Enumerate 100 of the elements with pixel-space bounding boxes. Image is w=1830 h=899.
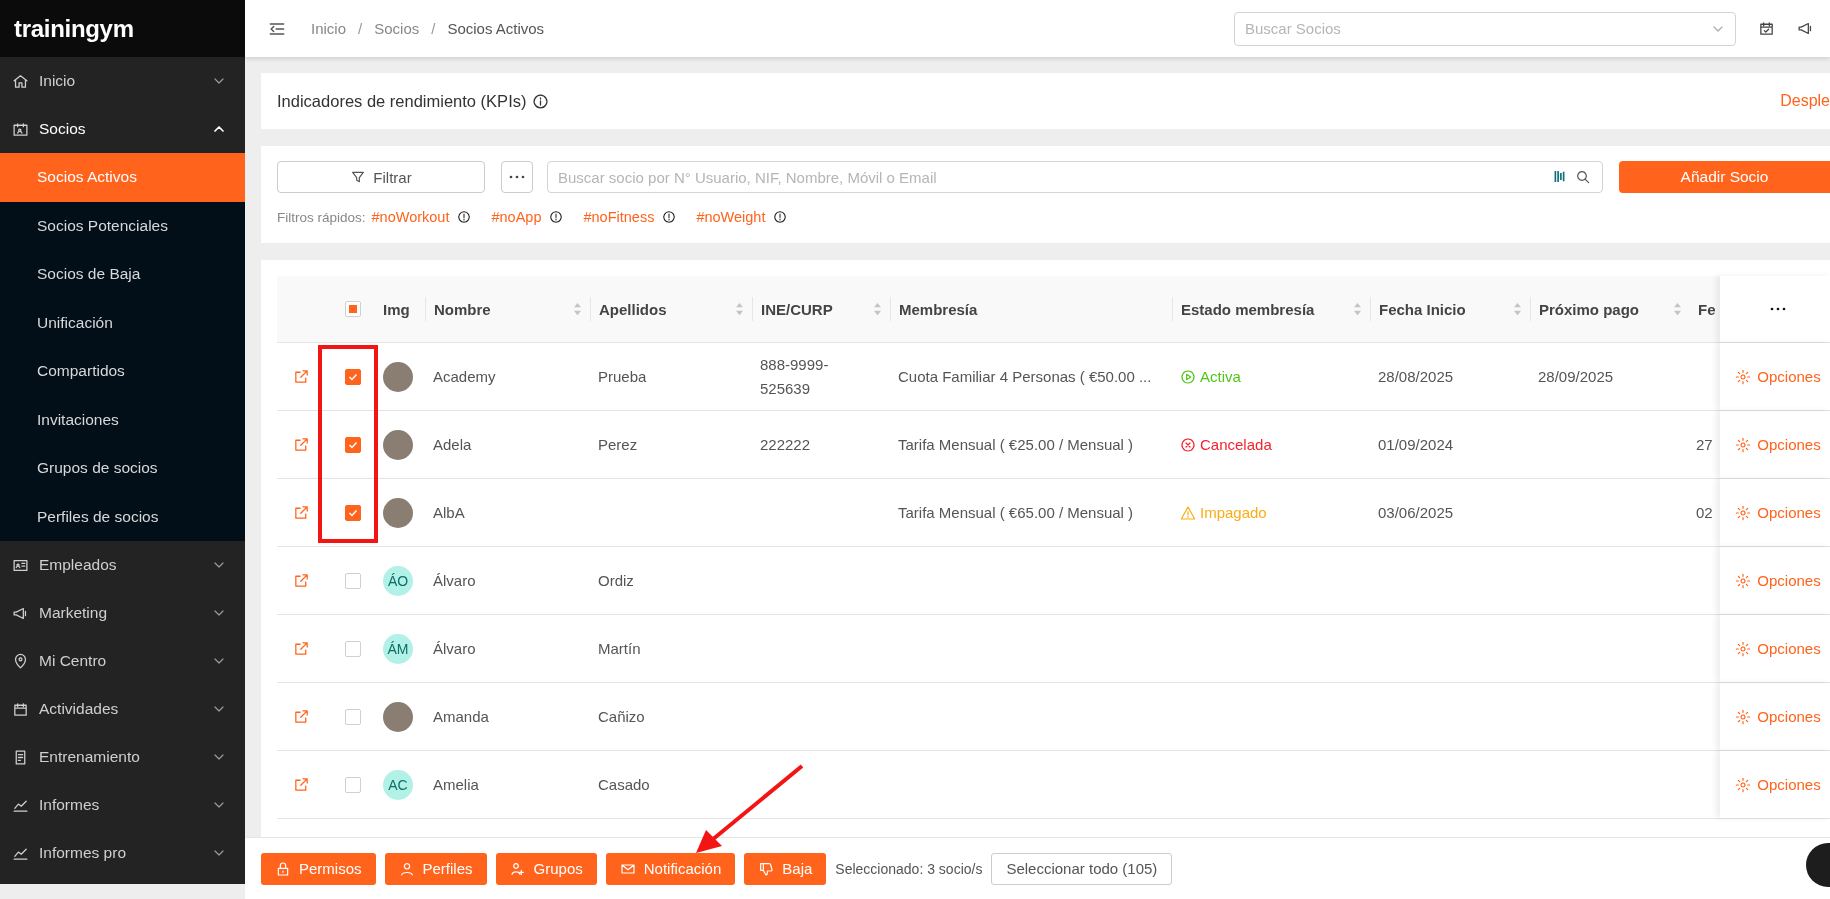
submenu-item[interactable]: Unificación (0, 298, 245, 347)
breadcrumb-link[interactable]: Inicio (311, 20, 347, 37)
filter-button[interactable]: Filtrar (277, 161, 485, 193)
info-icon[interactable] (532, 92, 550, 110)
select-all-checkbox[interactable] (344, 301, 361, 317)
sort-icon[interactable] (573, 302, 582, 316)
sidebar-item[interactable]: Entrenamiento (0, 733, 245, 781)
row-checkbox[interactable] (344, 572, 361, 589)
table-cell: Álvaro (433, 572, 476, 589)
member-search-field[interactable]: Buscar socio por N° Usuario, NIF, Nombre, Móvil o Email (547, 161, 1603, 193)
select-all-button[interactable]: Seleccionar todo (105) (991, 852, 1173, 885)
sort-icon[interactable] (873, 302, 882, 316)
row-checkbox[interactable] (344, 368, 361, 385)
column-header[interactable]: Estado membresía (1181, 300, 1362, 318)
submenu-item[interactable]: Perfiles de socios (0, 492, 245, 541)
more-options-button[interactable] (501, 161, 533, 193)
member-search-dropdown[interactable]: Buscar Socios (1234, 11, 1736, 46)
avatar-placeholder (383, 429, 413, 460)
column-header[interactable]: Membresía (899, 300, 1164, 318)
info-icon[interactable] (662, 210, 677, 224)
table-cell: AlbA (433, 504, 465, 521)
sidebar-item[interactable]: Mi Centro (0, 637, 245, 685)
external-link-icon[interactable] (293, 436, 310, 453)
table-cell: Prueba (598, 368, 647, 385)
external-link-icon[interactable] (293, 368, 310, 385)
table-cell-text: 888-9999-525639 (760, 354, 830, 399)
table-cell: Tarifa Mensual ( €65.00 / Mensual ) (898, 504, 1134, 521)
sort-icon[interactable] (1513, 302, 1522, 316)
quick-filters-label: Filtros rápidos: (277, 209, 366, 225)
avatar-placeholder (383, 701, 413, 732)
megaphone-icon[interactable] (1797, 20, 1814, 37)
sidebar-item[interactable]: Marketing (0, 589, 245, 637)
table-cell: Casado (598, 776, 650, 793)
external-link-icon[interactable] (293, 776, 310, 793)
search-icon[interactable] (1575, 169, 1591, 185)
table-cell: Adela (433, 436, 472, 453)
sidebar-item[interactable]: Informes pro (0, 829, 245, 877)
submenu-item[interactable]: Invitaciones (0, 395, 245, 444)
row-checkbox[interactable] (344, 708, 361, 725)
submenu-item[interactable]: Socios Potenciales (0, 201, 245, 250)
row-checkbox[interactable] (344, 776, 361, 793)
table-cell: Ordiz (598, 572, 634, 589)
table-cell: 02 (1696, 504, 1713, 521)
column-header[interactable]: Fecha Inicio (1379, 300, 1522, 318)
avatar-initials: ÁO (383, 565, 413, 596)
sidebar-item[interactable]: Inicio (0, 57, 245, 105)
table-cell: Cuota Familiar 4 Personas ( €50.00 ... (898, 368, 1152, 385)
sort-icon[interactable] (1673, 302, 1682, 316)
row-checkbox[interactable] (344, 640, 361, 657)
user-icon (398, 860, 415, 877)
avatar-placeholder (383, 361, 413, 392)
table-cell: 27 (1696, 436, 1713, 453)
row-checkbox[interactable] (344, 504, 361, 521)
sidebar-item[interactable]: Empleados (0, 541, 245, 589)
table-cell: Martín (598, 640, 641, 657)
table-cell-text: 222222 (760, 434, 811, 455)
external-link-icon[interactable] (293, 708, 310, 725)
sidebar-item[interactable]: Informes (0, 781, 245, 829)
external-link-icon[interactable] (293, 572, 310, 589)
info-icon[interactable] (457, 210, 472, 224)
sidebar-item-label: Entrenamiento (39, 748, 141, 766)
info-icon[interactable] (549, 210, 564, 224)
table-cell: Perez (598, 436, 638, 453)
external-link-icon[interactable] (293, 504, 310, 521)
row-checkbox[interactable] (344, 436, 361, 453)
column-header[interactable]: INE/CURP (761, 300, 882, 318)
status-label: Activa (1180, 368, 1241, 385)
column-header[interactable]: Nombre (434, 300, 582, 318)
kpi-title: Indicadores de rendimiento (KPIs) (277, 91, 527, 111)
sort-icon[interactable] (735, 302, 744, 316)
submenu-item[interactable]: Compartidos (0, 347, 245, 396)
barcode-icon[interactable] (1554, 169, 1565, 184)
status-label: Impagado (1180, 504, 1267, 521)
submenu-item[interactable]: Grupos de socios (0, 444, 245, 493)
sidebar-item-label: Actividades (39, 700, 120, 718)
table-cell: Álvaro (433, 640, 476, 657)
column-header[interactable]: Img (383, 300, 417, 318)
calendar-check-icon[interactable] (1758, 20, 1775, 37)
column-header[interactable]: Próximo pago (1539, 300, 1682, 318)
sidebar-item[interactable]: Actividades (0, 685, 245, 733)
sidebar-item-label: Inicio (39, 72, 77, 90)
sidebar-item[interactable]: Socios (0, 105, 245, 153)
info-icon[interactable] (773, 210, 788, 224)
submenu-item[interactable]: Socios de Baja (0, 250, 245, 299)
avatar-initials: AC (383, 769, 413, 800)
column-header[interactable]: Apellidos (599, 300, 744, 318)
table-cell: Academy (433, 368, 496, 385)
users-icon (509, 860, 526, 877)
breadcrumb-separator: / (358, 20, 363, 37)
home-icon (12, 72, 29, 90)
table-cell: Tarifa Mensual ( €25.00 / Mensual ) (898, 436, 1134, 453)
sidebar-item-label: Informes pro (39, 844, 127, 862)
lock-icon (275, 860, 291, 877)
external-link-icon[interactable] (293, 640, 310, 657)
sort-icon[interactable] (1353, 302, 1362, 316)
avatar-placeholder (383, 497, 413, 528)
breadcrumb-separator: / (431, 20, 436, 37)
breadcrumb-link[interactable]: Socios (374, 20, 420, 37)
table-cell: 28/09/2025 (1538, 368, 1614, 385)
calendar-icon (12, 700, 29, 718)
